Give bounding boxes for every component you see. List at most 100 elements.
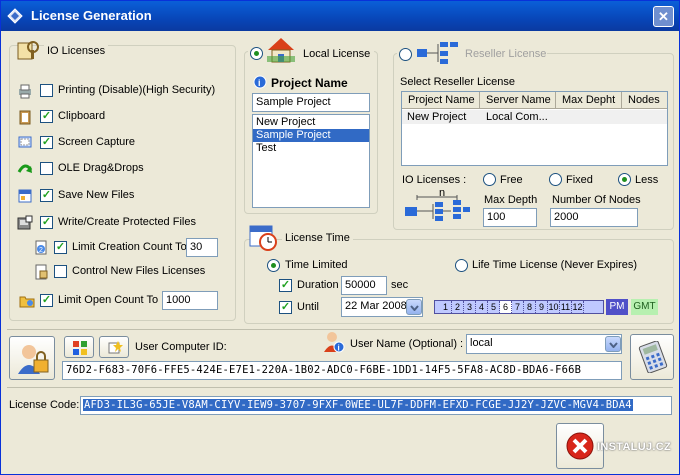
am-pm-toggle[interactable]: PM bbox=[606, 299, 628, 315]
local-license-label: Local License bbox=[303, 48, 371, 60]
bottom-divider-2 bbox=[7, 387, 673, 388]
column-header-project-name[interactable]: Project Name bbox=[402, 92, 480, 109]
license-code-label: License Code: bbox=[9, 399, 80, 411]
bottom-divider bbox=[7, 329, 673, 330]
write-protected-checkbox[interactable]: ✓ bbox=[40, 216, 53, 229]
calculator-button[interactable] bbox=[630, 334, 674, 380]
column-header-max-depth[interactable]: Max Depht bbox=[556, 92, 622, 109]
ole-drag-drop-label: OLE Drag&Drops bbox=[58, 162, 144, 174]
user-name-dropdown-button[interactable] bbox=[605, 336, 621, 352]
until-label: Until bbox=[297, 301, 320, 313]
watermark-text: INSTALUJ.CZ bbox=[597, 441, 671, 453]
timezone-badge[interactable]: GMT bbox=[631, 299, 658, 315]
project-list-item-selected[interactable]: Sample Project bbox=[253, 129, 369, 142]
duration-input[interactable]: 50000 bbox=[341, 276, 387, 295]
lock-user-button[interactable] bbox=[9, 336, 55, 380]
until-checkbox[interactable]: ✓ bbox=[279, 301, 292, 314]
time-limited-label: Time Limited bbox=[285, 259, 348, 271]
user-name-combobox[interactable]: local bbox=[466, 334, 622, 354]
limit-open-input[interactable]: 1000 bbox=[162, 291, 218, 310]
write-protected-label: Write/Create Protected Files bbox=[58, 216, 196, 228]
svg-text:i: i bbox=[338, 344, 340, 353]
project-name-input[interactable]: Sample Project bbox=[252, 93, 370, 112]
drag-drop-icon bbox=[17, 164, 33, 173]
column-header-nodes[interactable]: Nodes bbox=[622, 92, 667, 109]
license-code-value: AFD3-IL3G-65JE-V8AM-CIYV-IEW9-3707-9FXF-… bbox=[83, 399, 633, 411]
hour-9[interactable]: 9 bbox=[536, 301, 548, 313]
project-list[interactable]: New Project Sample Project Test bbox=[252, 114, 370, 208]
license-code-field[interactable]: AFD3-IL3G-65JE-V8AM-CIYV-IEW9-3707-9FXF-… bbox=[80, 396, 672, 415]
reseller-tree-icon bbox=[417, 42, 458, 64]
timezone-value: GMT bbox=[633, 301, 656, 312]
screen-capture-checkbox[interactable]: ✓ bbox=[40, 136, 53, 149]
computer-id-field[interactable]: 76D2-F683-70F6-FFE5-424E-E7E1-220A-1B02-… bbox=[62, 361, 622, 380]
hour-selector[interactable]: 1 2 3 4 5 6 7 8 9 10 11 12 bbox=[434, 300, 604, 314]
window-title: License Generation bbox=[31, 8, 152, 23]
screen-capture-icon bbox=[18, 136, 32, 148]
reseller-table[interactable]: Project Name Server Name Max Depht Nodes… bbox=[401, 91, 668, 166]
printer-icon bbox=[19, 84, 31, 99]
hour-6[interactable]: 6 bbox=[500, 301, 512, 313]
save-file-icon bbox=[18, 189, 32, 203]
project-list-item[interactable]: Test bbox=[253, 142, 369, 155]
save-new-files-checkbox[interactable]: ✓ bbox=[40, 189, 53, 202]
license-time-title: License Time bbox=[282, 232, 353, 244]
limit-creation-label: Limit Creation Count To bbox=[72, 241, 187, 253]
duration-checkbox[interactable]: ✓ bbox=[279, 279, 292, 292]
clipboard-label: Clipboard bbox=[58, 110, 106, 122]
open-count-icon bbox=[19, 296, 35, 308]
limit-open-label: Limit Open Count To bbox=[58, 294, 159, 306]
local-license-radio[interactable] bbox=[250, 47, 263, 60]
license-generation-window: License Generation ✕ IO Licenses Printin… bbox=[0, 0, 680, 475]
project-list-item[interactable]: New Project bbox=[253, 116, 369, 129]
printing-checkbox[interactable] bbox=[40, 84, 53, 97]
select-reseller-label: Select Reseller License bbox=[400, 76, 515, 88]
user-name-label: User Name (Optional) : bbox=[350, 338, 464, 350]
screen-capture-label: Screen Capture bbox=[58, 136, 136, 148]
close-button[interactable]: ✕ bbox=[653, 6, 674, 27]
calculator-icon bbox=[638, 341, 668, 373]
max-depth-input[interactable]: 100 bbox=[483, 208, 537, 227]
hour-1[interactable]: 1 bbox=[440, 301, 452, 313]
io-free-radio[interactable] bbox=[483, 173, 496, 186]
io-less-radio[interactable] bbox=[618, 173, 631, 186]
max-depth-label: Max Depth bbox=[484, 194, 538, 206]
title-bar[interactable]: License Generation ✕ bbox=[1, 1, 679, 31]
hour-7[interactable]: 7 bbox=[512, 301, 524, 313]
time-limited-radio[interactable] bbox=[267, 259, 280, 272]
cancel-icon bbox=[566, 432, 594, 460]
user-lock-icon bbox=[18, 345, 49, 374]
hour-8[interactable]: 8 bbox=[524, 301, 536, 313]
lifetime-license-label: Life Time License (Never Expires) bbox=[472, 259, 638, 271]
control-new-files-checkbox[interactable] bbox=[54, 265, 67, 278]
hour-12[interactable]: 12 bbox=[572, 301, 584, 313]
ole-drag-drop-checkbox[interactable] bbox=[40, 162, 53, 175]
hour-10[interactable]: 10 bbox=[548, 301, 560, 313]
user-info-icon: i bbox=[324, 332, 345, 353]
hour-5[interactable]: 5 bbox=[488, 301, 500, 313]
reseller-license-radio[interactable] bbox=[399, 48, 412, 61]
hour-2[interactable]: 2 bbox=[452, 301, 464, 313]
limit-open-checkbox[interactable]: ✓ bbox=[40, 294, 53, 307]
hour-11[interactable]: 11 bbox=[560, 301, 572, 313]
windows-id-button[interactable] bbox=[64, 336, 94, 358]
io-licenses-icon bbox=[17, 41, 39, 60]
hour-3[interactable]: 3 bbox=[464, 301, 476, 313]
lifetime-license-radio[interactable] bbox=[455, 259, 468, 272]
column-header-server-name[interactable]: Server Name bbox=[480, 92, 556, 109]
svg-text:i: i bbox=[258, 78, 261, 88]
date-dropdown-button[interactable] bbox=[406, 299, 422, 315]
io-fixed-radio[interactable] bbox=[549, 173, 562, 186]
limit-creation-checkbox[interactable]: ✓ bbox=[54, 241, 67, 254]
refresh-id-button[interactable] bbox=[99, 336, 129, 358]
table-row[interactable]: New Project Local Com... bbox=[402, 110, 667, 124]
limit-creation-input[interactable]: 30 bbox=[186, 238, 218, 257]
clipboard-checkbox[interactable]: ✓ bbox=[40, 110, 53, 123]
io-less-label: Less bbox=[635, 174, 659, 186]
hour-4[interactable]: 4 bbox=[476, 301, 488, 313]
windows-logo-icon bbox=[73, 341, 87, 355]
creation-count-icon: 2 bbox=[35, 240, 47, 255]
calendar-clock-icon bbox=[249, 225, 277, 251]
number-of-nodes-input[interactable]: 2000 bbox=[550, 208, 638, 227]
project-name-label: Project Name bbox=[271, 76, 348, 90]
